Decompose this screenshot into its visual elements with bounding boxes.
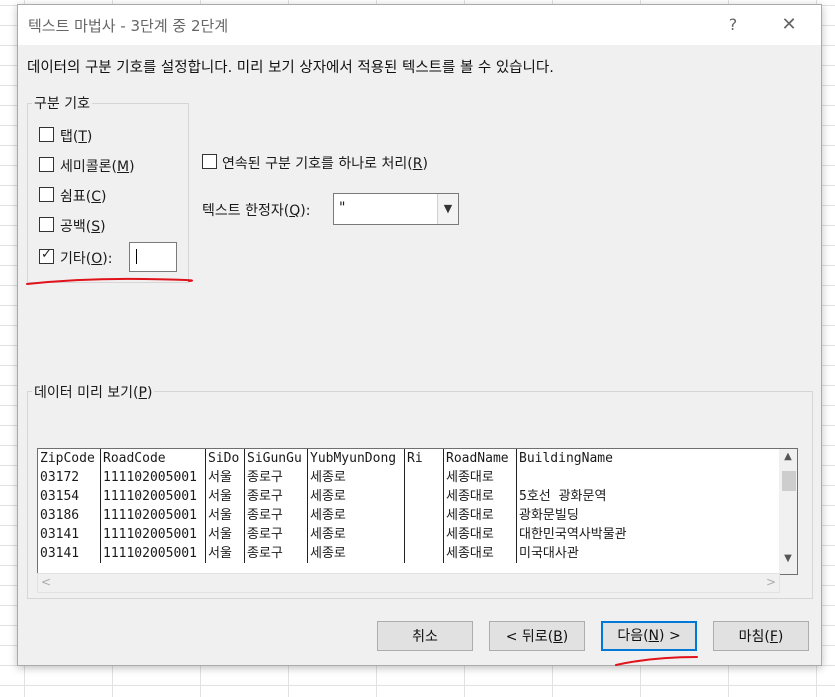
- preview-cell: 세종대로: [443, 468, 517, 487]
- other-checkbox[interactable]: ✓: [39, 247, 54, 264]
- space-label: 공백(S): [60, 219, 106, 235]
- horizontal-scrollbar[interactable]: < >: [37, 573, 780, 593]
- title-bar: 텍스트 마법사 - 3단계 중 2단계 ? ✕: [18, 5, 821, 45]
- comma-checkbox[interactable]: [39, 187, 54, 202]
- text-qualifier-value: ": [339, 200, 346, 216]
- preview-cell: 서울: [205, 487, 245, 506]
- instruction-text: 데이터의 구분 기호를 설정합니다. 미리 보기 상자에서 적용된 텍스트를 볼…: [27, 60, 554, 76]
- delimiters-legend: 구분 기호: [32, 93, 92, 113]
- text-import-wizard-dialog: 텍스트 마법사 - 3단계 중 2단계 ? ✕ 데이터의 구분 기호를 설정합니…: [17, 4, 822, 666]
- other-delimiter-input[interactable]: [129, 242, 177, 272]
- preview-cell: 03141: [38, 525, 101, 544]
- preview-cell: 세종대로: [443, 525, 517, 544]
- tab-checkbox[interactable]: [39, 127, 54, 142]
- preview-cell: 종로구: [244, 468, 308, 487]
- text-qualifier-select[interactable]: " ▼: [333, 193, 459, 225]
- preview-cell: 세종대로: [443, 544, 517, 563]
- preview-cell: [404, 544, 444, 563]
- help-button[interactable]: ?: [718, 11, 748, 39]
- preview-cell: RoadName: [443, 449, 517, 468]
- chevron-down-icon[interactable]: ▼: [437, 194, 458, 224]
- preview-cell: 03172: [38, 468, 101, 487]
- preview-cell: [517, 468, 738, 487]
- data-preview-legend: 데이터 미리 보기(P): [32, 382, 155, 402]
- preview-cell: 세종로: [307, 487, 405, 506]
- preview-cell: 종로구: [244, 506, 308, 525]
- scroll-left-icon[interactable]: <: [41, 575, 51, 589]
- preview-cell: BuildingName: [519, 451, 613, 466]
- preview-cell: 광화문빌딩: [519, 508, 579, 523]
- preview-cell: 03186: [38, 506, 101, 525]
- preview-cell: RoadCode: [100, 449, 206, 468]
- preview-cell: 종로구: [244, 487, 308, 506]
- window-title: 텍스트 마법사 - 3단계 중 2단계: [28, 17, 229, 35]
- preview-cell: YubMyunDong: [307, 449, 405, 468]
- preview-cell: 세종로: [307, 525, 405, 544]
- preview-cell: Ri: [404, 449, 444, 468]
- preview-cell: 서울: [205, 525, 245, 544]
- vertical-scrollbar[interactable]: ▲ ▼: [779, 449, 797, 574]
- preview-cell: 세종대로: [443, 506, 517, 525]
- back-button[interactable]: < 뒤로(B): [489, 621, 585, 651]
- preview-cell: ZipCode: [38, 449, 101, 468]
- scroll-down-icon[interactable]: ▼: [779, 553, 797, 564]
- check-icon: ✓: [41, 247, 52, 262]
- consecutive-delimiters-checkbox[interactable]: [202, 154, 217, 169]
- preview-cell: 111102005001: [100, 487, 206, 506]
- preview-cell: 세종로: [307, 506, 405, 525]
- preview-cell: [404, 468, 444, 487]
- semicolon-label: 세미콜론(M): [60, 159, 135, 175]
- close-icon[interactable]: ✕: [774, 11, 804, 39]
- scroll-right-icon[interactable]: >: [766, 575, 776, 589]
- preview-cell: [404, 487, 444, 506]
- space-checkbox[interactable]: [39, 217, 54, 232]
- preview-row: 03186 111102005001 서울 종로구 세종로 세종대로 광화문빌딩: [38, 506, 737, 525]
- consecutive-delimiters-label: 연속된 구분 기호를 하나로 처리(R): [222, 156, 428, 172]
- text-caret: [136, 249, 137, 264]
- preview-cell: SiDo: [205, 449, 245, 468]
- annotation-underline-next: [615, 656, 698, 666]
- data-preview-box[interactable]: ZipCode RoadCode SiDo SiGunGu YubMyunDong Ri R…: [37, 448, 798, 575]
- preview-cell: 미국대사관: [519, 546, 579, 561]
- preview-cell: 서울: [205, 506, 245, 525]
- preview-header-row: ZipCode RoadCode SiDo SiGunGu YubMyunDong Ri R…: [38, 449, 737, 468]
- preview-cell: 세종로: [307, 468, 405, 487]
- preview-cell: 111102005001: [100, 544, 206, 563]
- cancel-button[interactable]: 취소: [377, 621, 473, 651]
- preview-row: 03172 111102005001 서울 종로구 세종로 세종대로: [38, 468, 737, 487]
- preview-cell: 111102005001: [100, 525, 206, 544]
- next-button[interactable]: 다음(N) >: [601, 621, 697, 651]
- preview-cell: 세종대로: [443, 487, 517, 506]
- preview-cell: [404, 525, 444, 544]
- other-label: 기타(O):: [60, 251, 113, 267]
- preview-cell: 대한민국역사박물관: [519, 527, 627, 542]
- comma-label: 쉼표(C): [60, 189, 107, 205]
- preview-cell: 서울: [205, 468, 245, 487]
- preview-row: 03154 111102005001 서울 종로구 세종로 세종대로 5호선 광화문역: [38, 487, 737, 506]
- preview-cell: 종로구: [244, 525, 308, 544]
- preview-cell: 종로구: [244, 544, 308, 563]
- preview-cell: 111102005001: [100, 506, 206, 525]
- preview-cell: [404, 506, 444, 525]
- preview-table: ZipCode RoadCode SiDo SiGunGu YubMyunDong Ri R…: [38, 449, 737, 563]
- preview-cell: 세종로: [307, 544, 405, 563]
- text-qualifier-label: 텍스트 한정자(Q):: [202, 203, 311, 219]
- semicolon-checkbox[interactable]: [39, 157, 54, 172]
- preview-cell: 서울: [205, 544, 245, 563]
- preview-cell: 5호선 광화문역: [519, 489, 607, 504]
- scroll-up-icon[interactable]: ▲: [779, 451, 797, 462]
- preview-cell: SiGunGu: [244, 449, 308, 468]
- annotation-underline-other: [26, 277, 193, 285]
- preview-cell: 03154: [38, 487, 101, 506]
- finish-button[interactable]: 마침(F): [713, 621, 809, 651]
- preview-cell: 03141: [38, 544, 101, 563]
- preview-row: 03141 111102005001 서울 종로구 세종로 세종대로 대한민국역사박물관: [38, 525, 737, 544]
- scroll-thumb[interactable]: [782, 471, 796, 491]
- tab-label: 탭(T): [60, 129, 93, 145]
- preview-cell: 111102005001: [100, 468, 206, 487]
- preview-row: 03141 111102005001 서울 종로구 세종로 세종대로 미국대사관: [38, 544, 737, 563]
